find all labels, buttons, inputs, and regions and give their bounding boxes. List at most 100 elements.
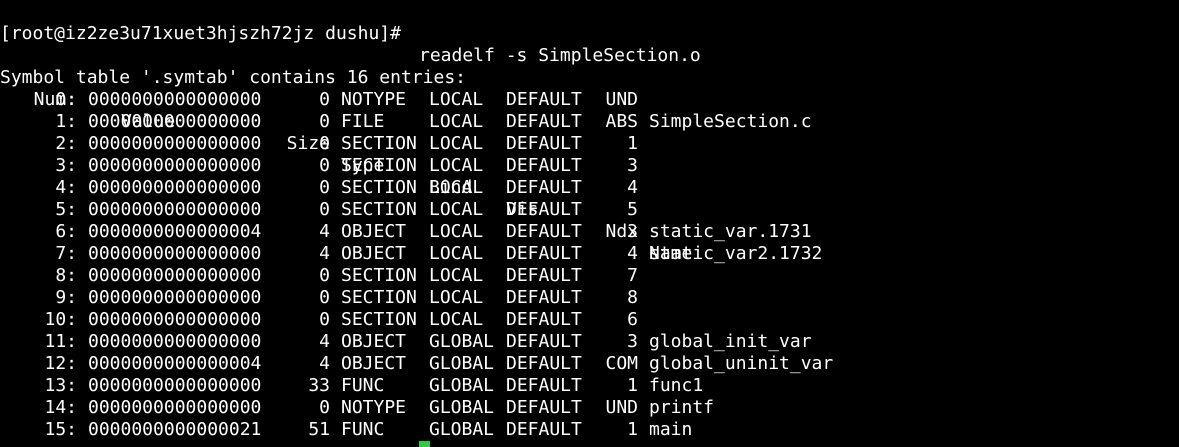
cell-num: 12:: [44, 353, 77, 374]
cell-size: 0: [319, 133, 330, 154]
cell-num: 13:: [44, 375, 77, 396]
cell-num: 2:: [55, 133, 77, 154]
cell-bind: GLOBAL: [429, 375, 495, 396]
cell-ndx: UND: [605, 89, 638, 110]
cell-value: 0000000000000004: [88, 353, 262, 374]
cell-name: global_init_var: [649, 331, 812, 352]
cell-ndx: ABS: [605, 111, 638, 132]
cell-num: 8:: [55, 265, 77, 286]
cell-type: SECTION: [341, 265, 417, 286]
cell-type: SECTION: [341, 133, 417, 154]
cell-bind: GLOBAL: [429, 419, 495, 440]
cell-bind: LOCAL: [429, 177, 484, 198]
table-row: 12: 0000000000000004 4 OBJECT GLOBAL DEFAULT C…: [0, 353, 1179, 375]
table-row: 3: 0000000000000000 0 SECTION LOCAL DEFAULT 3: [0, 155, 1179, 177]
table-row: 2: 0000000000000000 0 SECTION LOCAL DEFAULT 1: [0, 133, 1179, 155]
cell-vis: DEFAULT: [506, 287, 582, 308]
cell-ndx: 3: [627, 331, 638, 352]
cell-value: 0000000000000000: [88, 287, 262, 308]
cell-num: 11:: [44, 331, 77, 352]
cell-vis: DEFAULT: [506, 419, 582, 440]
cell-size: 0: [319, 265, 330, 286]
cell-ndx: 1: [627, 419, 638, 440]
cell-type: SECTION: [341, 177, 417, 198]
cell-size: 0: [319, 177, 330, 198]
cell-bind: GLOBAL: [429, 397, 495, 418]
cell-value: 0000000000000000: [88, 243, 262, 264]
table-row: 1: 0000000000000000 0 FILE LOCAL DEFAULT ABS Si…: [0, 111, 1179, 133]
table-row: 7: 0000000000000000 4 OBJECT LOCAL DEFAULT 4 st…: [0, 243, 1179, 265]
terminal-window[interactable]: [root@iz2ze3u71xuet3hjszh72jz dushu]# re…: [0, 0, 1179, 447]
cell-size: 0: [319, 397, 330, 418]
cell-num: 15:: [44, 419, 77, 440]
cell-num: 3:: [55, 155, 77, 176]
cell-ndx: 4: [627, 243, 638, 264]
cell-vis: DEFAULT: [506, 331, 582, 352]
cell-bind: GLOBAL: [429, 353, 495, 374]
table-row: 6: 0000000000000004 4 OBJECT LOCAL DEFAULT 3 st…: [0, 221, 1179, 243]
cell-bind: LOCAL: [429, 243, 484, 264]
cell-size: 0: [319, 89, 330, 110]
cell-name: SimpleSection.c: [649, 111, 812, 132]
cell-size: 0: [319, 155, 330, 176]
cell-bind: GLOBAL: [429, 331, 495, 352]
cell-ndx: 1: [627, 133, 638, 154]
cell-bind: LOCAL: [429, 133, 484, 154]
cell-ndx: 7: [627, 265, 638, 286]
cell-vis: DEFAULT: [506, 89, 582, 110]
cell-value: 0000000000000000: [88, 375, 262, 396]
cell-vis: DEFAULT: [506, 375, 582, 396]
cell-vis: DEFAULT: [506, 309, 582, 330]
cell-type: SECTION: [341, 155, 417, 176]
cell-num: 1:: [55, 111, 77, 132]
cell-value: 0000000000000004: [88, 221, 262, 242]
cell-size: 33: [308, 375, 330, 396]
cell-num: 10:: [44, 309, 77, 330]
cell-num: 0:: [55, 89, 77, 110]
cell-value: 0000000000000000: [88, 331, 262, 352]
cell-value: 0000000000000000: [88, 199, 262, 220]
cell-type: OBJECT: [341, 221, 407, 242]
table-row: 5: 0000000000000000 0 SECTION LOCAL DEFAULT 5: [0, 199, 1179, 221]
symbol-table: 0: 0000000000000000 0 NOTYPE LOCAL DEFAULT UND…: [0, 89, 1179, 441]
cell-type: SECTION: [341, 309, 417, 330]
cell-size: 0: [319, 111, 330, 132]
cell-value: 0000000000000000: [88, 111, 262, 132]
cell-size: 4: [319, 331, 330, 352]
cell-num: 6:: [55, 221, 77, 242]
cell-name: printf: [649, 397, 715, 418]
cell-vis: DEFAULT: [506, 177, 582, 198]
cell-type: FUNC: [341, 419, 385, 440]
cell-num: 5:: [55, 199, 77, 220]
table-row: 14: 0000000000000000 0 NOTYPE GLOBAL DEFAULT U…: [0, 397, 1179, 419]
symtab-summary-line: Symbol table '.symtab' contains 16 entri…: [0, 45, 1179, 88]
cell-vis: DEFAULT: [506, 133, 582, 154]
cell-value: 0000000000000000: [88, 89, 262, 110]
cell-vis: DEFAULT: [506, 265, 582, 286]
cell-value: 0000000000000000: [88, 133, 262, 154]
cell-value: 0000000000000021: [88, 419, 262, 440]
cell-value: 0000000000000000: [88, 397, 262, 418]
cell-vis: DEFAULT: [506, 243, 582, 264]
terminal-cursor: [419, 441, 430, 447]
cell-vis: DEFAULT: [506, 199, 582, 220]
cell-num: 7:: [55, 243, 77, 264]
cell-name: static_var.1731: [649, 221, 812, 242]
cell-name: main: [649, 419, 693, 440]
cell-ndx: 1: [627, 375, 638, 396]
cell-size: 0: [319, 309, 330, 330]
cell-bind: LOCAL: [429, 155, 484, 176]
cell-num: 4:: [55, 177, 77, 198]
table-row: 9: 0000000000000000 0 SECTION LOCAL DEFAULT 8: [0, 287, 1179, 309]
cell-vis: DEFAULT: [506, 397, 582, 418]
table-row: 8: 0000000000000000 0 SECTION LOCAL DEFAULT 7: [0, 265, 1179, 287]
cell-size: 0: [319, 199, 330, 220]
cell-size: 4: [319, 353, 330, 374]
cell-value: 0000000000000000: [88, 265, 262, 286]
table-row: 4: 0000000000000000 0 SECTION LOCAL DEFAULT 4: [0, 177, 1179, 199]
cell-vis: DEFAULT: [506, 155, 582, 176]
cell-type: SECTION: [341, 287, 417, 308]
cell-num: 9:: [55, 287, 77, 308]
cell-size: 0: [319, 287, 330, 308]
